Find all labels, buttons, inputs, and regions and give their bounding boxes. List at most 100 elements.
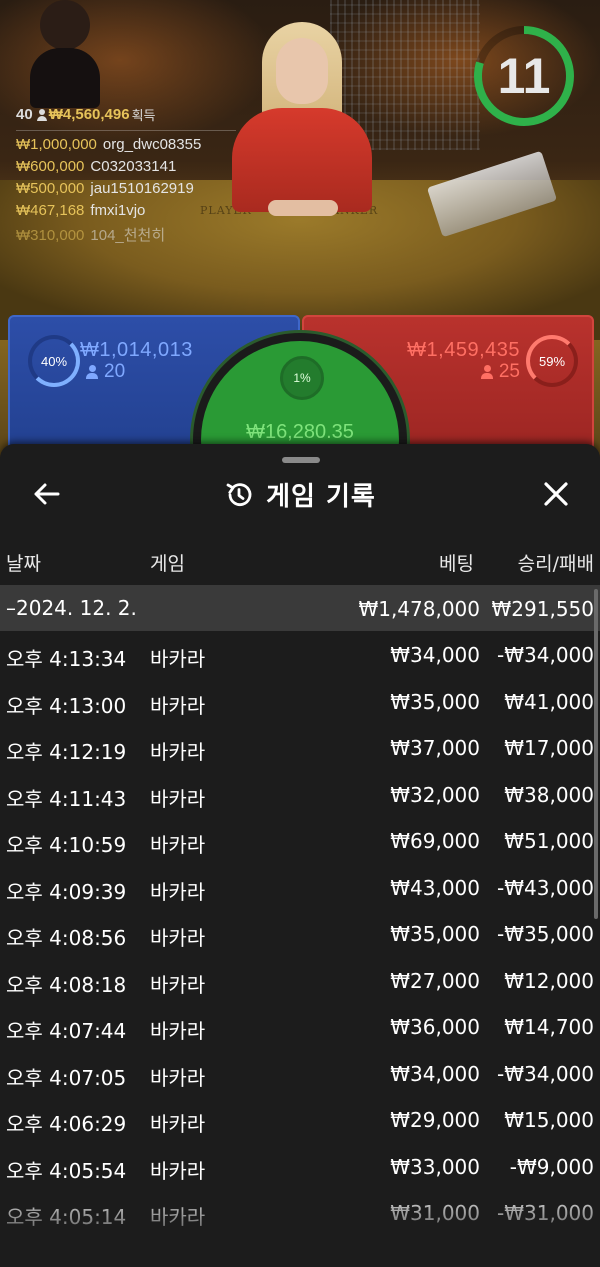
winner-name: 104_천천히 <box>90 227 166 244</box>
sheet-title-group: 게임 기록 <box>0 476 600 513</box>
second-dealer <box>30 0 100 120</box>
row-win-loss: -₩43,000 <box>497 875 594 900</box>
close-button[interactable] <box>536 474 576 514</box>
winners-list: 40 ₩4,560,496 획득 ₩1,000,000 org_dwc08355 … <box>16 105 236 245</box>
history-icon <box>226 482 252 506</box>
sheet-header: 게임 기록 <box>0 464 600 524</box>
row-bet: ₩34,000 <box>390 1061 480 1086</box>
history-row[interactable]: 오후 4:07:05 바카라 ₩34,000 -₩34,000 <box>0 1050 600 1097</box>
row-game: 바카라 <box>150 833 206 857</box>
row-bet: ₩43,000 <box>390 875 480 900</box>
row-game: 바카라 <box>150 972 206 997</box>
group-date: –2024. 12. 2. <box>6 596 137 620</box>
history-row[interactable]: 오후 4:08:56 바카라 ₩35,000 -₩35,000 <box>0 910 600 957</box>
history-row[interactable]: 오후 4:05:54 바카라 ₩33,000 -₩9,000 <box>0 1143 600 1190</box>
person-icon <box>480 365 493 379</box>
row-game: 바카라 <box>150 879 206 904</box>
winner-name: fmxi1vjo <box>90 202 146 219</box>
row-time: 오후 4:13:34 <box>6 647 127 671</box>
history-row[interactable]: 오후 4:13:00 바카라 ₩35,000 ₩41,000 <box>0 678 600 725</box>
row-win-loss: ₩17,000 <box>504 736 594 760</box>
row-win-loss: ₩15,000 <box>504 1108 594 1132</box>
history-row[interactable]: 오후 4:05:14 바카라 ₩31,000 -₩31,000 <box>0 1189 600 1236</box>
row-time: 오후 4:06:29 <box>6 1112 127 1136</box>
winners-suffix: 획득 <box>131 108 156 123</box>
table-header: 날짜 게임 베팅 승리/패배 <box>0 541 600 585</box>
banker-bettor-count: 25 <box>480 361 520 383</box>
history-row[interactable]: 오후 4:10:59 바카라 ₩69,000 ₩51,000 <box>0 817 600 864</box>
row-game: 바카라 <box>150 786 206 811</box>
row-time: 오후 4:08:18 <box>6 972 127 997</box>
winner-row: ₩500,000 jau1510162919 <box>16 180 236 197</box>
row-game: 바카라 <box>150 1019 206 1043</box>
row-bet: ₩27,000 <box>390 968 480 993</box>
sheet-drag-handle[interactable] <box>282 457 320 463</box>
row-game: 바카라 <box>150 1205 206 1229</box>
row-win-loss: ₩51,000 <box>504 829 594 853</box>
row-time: 오후 4:05:14 <box>6 1205 127 1229</box>
row-time: 오후 4:07:05 <box>6 1065 127 1090</box>
row-win-loss: ₩41,000 <box>504 689 594 714</box>
history-row[interactable]: 오후 4:13:34 바카라 ₩34,000 -₩34,000 <box>0 631 600 678</box>
game-history-sheet: 게임 기록 날짜 게임 베팅 승리/패배 –2024. 12. 2. ₩1,47… <box>0 444 600 1267</box>
row-time: 오후 4:07:44 <box>6 1019 127 1043</box>
row-time: 오후 4:08:56 <box>6 926 127 950</box>
row-game: 바카라 <box>150 1112 206 1136</box>
scrollbar[interactable] <box>594 589 598 919</box>
timer-value: 11 <box>497 48 551 104</box>
row-bet: ₩35,000 <box>390 922 480 946</box>
history-row[interactable]: 오후 4:08:18 바카라 ₩27,000 ₩12,000 <box>0 957 600 1004</box>
row-time: 오후 4:05:54 <box>6 1158 127 1183</box>
tie-total-amount: ₩16,280.35 <box>246 421 354 443</box>
banker-percent-ring: 59% <box>526 335 578 387</box>
dealer <box>232 22 372 216</box>
row-win-loss: -₩9,000 <box>509 1154 594 1179</box>
player-total-amount: ₩1,014,013 <box>80 339 193 361</box>
row-bet: ₩33,000 <box>390 1154 480 1179</box>
history-row[interactable]: 오후 4:09:39 바카라 ₩43,000 -₩43,000 <box>0 864 600 911</box>
player-percent-ring: 40% <box>28 335 80 387</box>
winner-count: 40 <box>16 106 33 123</box>
history-table: –2024. 12. 2. ₩1,478,000 ₩291,550 오후 4:1… <box>0 585 600 1236</box>
row-bet: ₩69,000 <box>390 829 480 853</box>
row-bet: ₩31,000 <box>390 1201 480 1225</box>
person-icon <box>86 365 98 379</box>
row-bet: ₩34,000 <box>390 643 480 667</box>
winner-row: ₩310,000 104_천천히 <box>16 224 236 245</box>
close-icon <box>544 482 568 506</box>
banker-total-amount: ₩1,459,435 <box>407 339 520 361</box>
column-bet: 베팅 <box>439 553 474 575</box>
group-win-total: ₩291,550 <box>491 597 594 621</box>
player-count-value: 20 <box>104 361 126 382</box>
row-win-loss: -₩31,000 <box>497 1201 594 1225</box>
row-bet: ₩36,000 <box>390 1015 480 1039</box>
group-bet-total: ₩1,478,000 <box>358 597 480 621</box>
person-icon <box>36 108 47 121</box>
row-win-loss: ₩14,700 <box>504 1015 594 1039</box>
row-game: 바카라 <box>150 926 206 950</box>
row-bet: ₩32,000 <box>390 782 480 807</box>
player-bettor-count: 20 <box>86 361 125 383</box>
row-game: 바카라 <box>150 1065 206 1090</box>
row-time: 오후 4:10:59 <box>6 833 127 857</box>
history-row[interactable]: 오후 4:07:44 바카라 ₩36,000 ₩14,700 <box>0 1003 600 1050</box>
row-time: 오후 4:09:39 <box>6 879 127 904</box>
winner-row: ₩467,168 fmxi1vjo <box>16 202 236 219</box>
row-time: 오후 4:13:00 <box>6 693 127 718</box>
date-group-row[interactable]: –2024. 12. 2. ₩1,478,000 ₩291,550 <box>0 585 600 631</box>
row-bet: ₩35,000 <box>390 689 480 714</box>
winner-amount: ₩467,168 <box>16 202 85 219</box>
row-win-loss: -₩34,000 <box>497 1061 594 1086</box>
sheet-title: 게임 기록 <box>266 482 376 512</box>
history-row[interactable]: 오후 4:06:29 바카라 ₩29,000 ₩15,000 <box>0 1096 600 1143</box>
history-row[interactable]: 오후 4:12:19 바카라 ₩37,000 ₩17,000 <box>0 724 600 771</box>
winners-summary: 40 ₩4,560,496 획득 <box>16 105 236 131</box>
winner-amount: ₩600,000 <box>16 158 85 175</box>
winner-amount: ₩1,000,000 <box>16 136 97 153</box>
row-game: 바카라 <box>150 647 206 671</box>
winner-name: jau1510162919 <box>90 180 194 197</box>
winner-row: ₩1,000,000 org_dwc08355 <box>16 136 236 153</box>
history-row[interactable]: 오후 4:11:43 바카라 ₩32,000 ₩38,000 <box>0 771 600 818</box>
row-game: 바카라 <box>150 693 206 718</box>
row-win-loss: ₩12,000 <box>504 968 594 993</box>
